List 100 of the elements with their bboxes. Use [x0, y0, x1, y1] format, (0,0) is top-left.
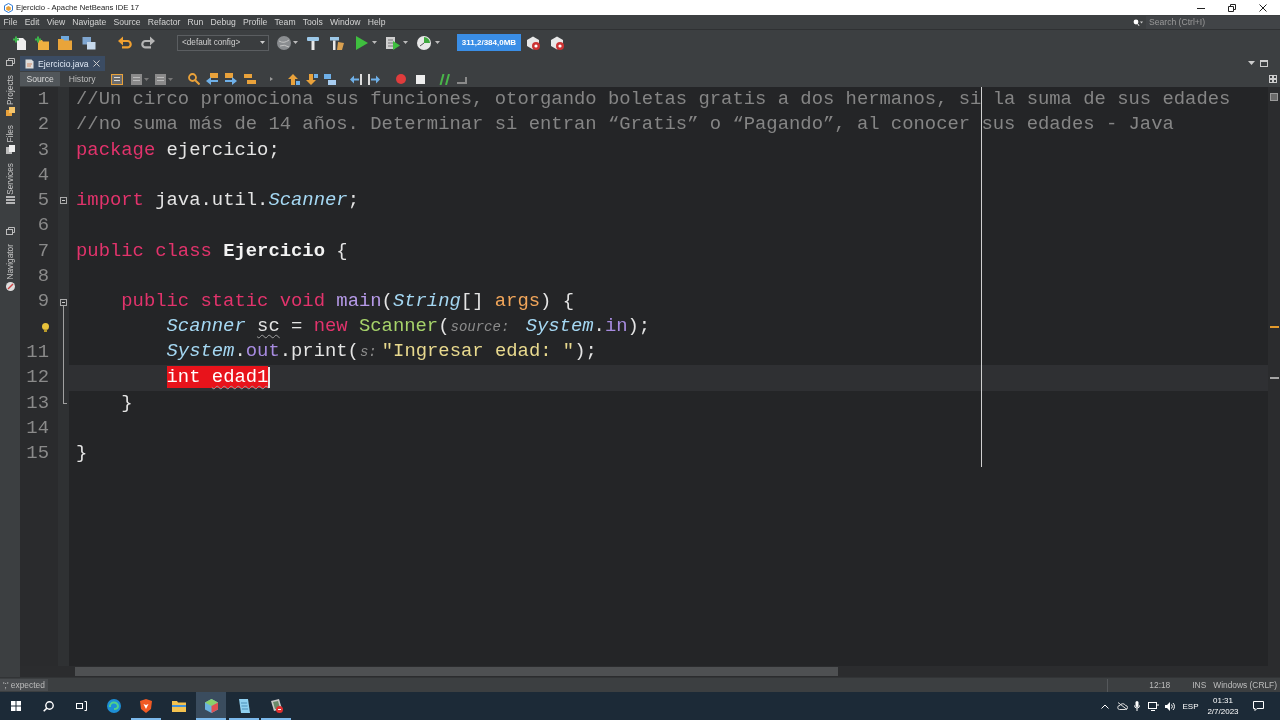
notepad-icon[interactable]	[237, 699, 251, 713]
new-file-icon[interactable]	[13, 35, 27, 50]
stacked-windows-icon[interactable]	[82, 35, 96, 50]
microphone-icon[interactable]	[1134, 701, 1140, 711]
code-line: Scanner sc = new Scanner(source: System.in);	[166, 314, 651, 340]
blocks-icon[interactable]	[324, 73, 336, 85]
arrow-left-icon[interactable]	[206, 73, 218, 85]
scrollbar-thumb[interactable]	[75, 667, 838, 676]
corner-icon[interactable]	[457, 74, 467, 84]
line-number: 2	[37, 112, 49, 138]
minus-square-icon[interactable]	[60, 298, 67, 306]
cube-badge-icon[interactable]	[550, 35, 564, 50]
globe-icon[interactable]	[277, 35, 291, 50]
arrow-down-icon[interactable]	[306, 73, 318, 85]
menu-item[interactable]: Team	[270, 17, 300, 27]
caret-line-mark[interactable]	[1269, 376, 1279, 379]
caret-down-icon[interactable]	[1248, 61, 1255, 65]
menu-item[interactable]: Source	[109, 17, 145, 27]
caret-icon[interactable]	[293, 41, 298, 44]
menu-item[interactable]: Tools	[299, 17, 327, 27]
menu-item[interactable]: Debug	[206, 17, 240, 27]
config-dropdown[interactable]: <default config>	[177, 34, 269, 51]
side-panel-tab[interactable]: Files	[5, 125, 15, 143]
code-line: int edad1	[166, 365, 269, 391]
magnifier-icon[interactable]	[188, 73, 200, 85]
caret-icon[interactable]	[403, 41, 408, 44]
menu-item[interactable]: Run	[183, 17, 207, 27]
folder-icon[interactable]	[58, 35, 72, 50]
indent-icon[interactable]	[368, 73, 380, 85]
double-slash-icon[interactable]	[439, 73, 450, 85]
view-toggle[interactable]: History	[62, 72, 102, 86]
grid-icon[interactable]	[1269, 75, 1277, 83]
language-indicator[interactable]: ESP	[1182, 701, 1199, 711]
stacked-squares-icon[interactable]	[5, 107, 15, 116]
clock-time: 01:31	[1213, 695, 1233, 706]
speaker-icon[interactable]	[1165, 701, 1175, 711]
record-icon[interactable]	[396, 74, 406, 84]
search-icon[interactable]	[43, 700, 55, 712]
task-view-icon[interactable]	[75, 701, 87, 711]
side-panel-tab[interactable]: Services	[5, 162, 15, 195]
line-number: 11	[26, 339, 49, 365]
menu-item[interactable]: File	[0, 17, 22, 27]
four-panes-icon[interactable]	[11, 701, 22, 711]
side-panel-tab[interactable]: Navigator	[5, 244, 15, 280]
caret-icon[interactable]	[435, 41, 440, 44]
page-icon[interactable]	[111, 73, 123, 85]
page-icon[interactable]	[131, 73, 142, 85]
tablet-badge-icon[interactable]	[269, 699, 283, 713]
search-field[interactable]: Search (Ctrl+I)	[1146, 15, 1280, 29]
slashed-circle-icon[interactable]	[5, 281, 15, 291]
outdent-icon[interactable]	[350, 73, 362, 85]
play-icon[interactable]	[356, 35, 368, 50]
menu-item[interactable]: Refactor	[144, 17, 184, 27]
arrow-right-icon[interactable]	[225, 73, 237, 85]
insert-mode[interactable]: INS	[1192, 680, 1207, 690]
search-icon[interactable]	[1133, 18, 1143, 26]
caret-icon[interactable]	[260, 41, 265, 44]
cloud-off-icon[interactable]	[1117, 702, 1128, 710]
menu-item[interactable]: Edit	[21, 17, 44, 27]
caret-icon[interactable]	[372, 41, 377, 44]
close-icon[interactable]	[1259, 3, 1267, 12]
taskbar-app[interactable]	[196, 692, 227, 720]
editor-tab[interactable]: Ejercicio.java	[20, 56, 105, 71]
new-folder-icon[interactable]	[35, 35, 49, 50]
cube-icon[interactable]	[204, 699, 218, 713]
cube-badge-icon[interactable]	[526, 35, 540, 50]
line-endings[interactable]: Windows (CRLF)	[1213, 680, 1277, 690]
monitor-icon[interactable]	[1148, 701, 1159, 711]
arrow-up-icon[interactable]	[288, 73, 300, 85]
menu-item[interactable]: Help	[364, 17, 390, 27]
pages-icon[interactable]	[5, 144, 15, 154]
chevron-up-icon[interactable]	[1101, 703, 1109, 709]
swirl-icon[interactable]	[106, 699, 121, 713]
menu-item[interactable]: Window	[326, 17, 365, 27]
undo-icon[interactable]	[118, 35, 132, 50]
small-triangle-icon[interactable]	[270, 77, 273, 81]
page-icon[interactable]	[155, 73, 166, 85]
side-panel-tab[interactable]: Projects	[5, 75, 15, 105]
menu-item[interactable]: View	[43, 17, 69, 27]
redo-icon[interactable]	[141, 35, 155, 50]
menu-item[interactable]: Profile	[239, 17, 271, 27]
minus-square-icon[interactable]	[60, 197, 67, 205]
stacked-bars-icon[interactable]	[244, 74, 256, 84]
maximize-icon[interactable]	[1260, 59, 1268, 67]
view-toggle[interactable]: Source	[20, 72, 61, 86]
restore-icon[interactable]	[1228, 3, 1236, 12]
chat-bubble-icon[interactable]	[1253, 701, 1264, 711]
hammer-broom-icon[interactable]	[330, 35, 344, 50]
hammer-icon[interactable]	[306, 35, 320, 50]
lines-icon[interactable]	[5, 196, 15, 206]
page-play-icon[interactable]	[386, 35, 400, 50]
folder-icon[interactable]	[171, 700, 186, 712]
warning-mark[interactable]	[1269, 326, 1279, 329]
lightbulb-icon[interactable]	[42, 322, 49, 332]
clock-icon[interactable]	[417, 35, 431, 50]
stop-icon[interactable]	[416, 74, 425, 84]
shield-icon[interactable]	[140, 699, 153, 713]
clock-date: 2/7/2023	[1207, 706, 1239, 717]
line-number: 8	[37, 264, 49, 290]
menu-item[interactable]: Navigate	[68, 17, 110, 27]
